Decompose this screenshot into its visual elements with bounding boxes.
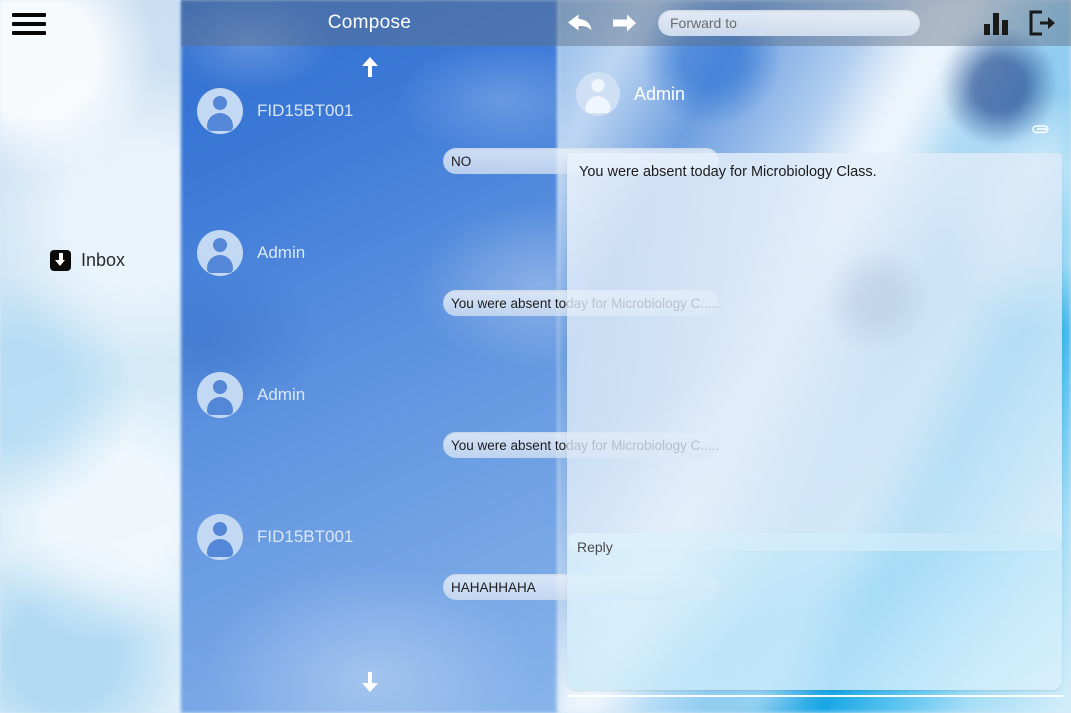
list-item-sender: FID15BT001: [257, 527, 354, 546]
logout-button[interactable]: [1027, 9, 1057, 37]
list-item[interactable]: Admin You were absent today for Microbio…: [181, 230, 719, 372]
sidebar-item-inbox[interactable]: Inbox: [50, 250, 125, 271]
scroll-up-button[interactable]: [181, 46, 558, 88]
message-list-panel: FID15BT001 NO Admin You were absent toda…: [181, 46, 719, 713]
reply-divider: [567, 695, 1063, 697]
list-item[interactable]: FID15BT001 NO: [181, 88, 719, 230]
arrow-down-icon: [359, 670, 381, 694]
list-item-sender: Admin: [257, 385, 306, 404]
hamburger-menu-icon[interactable]: [12, 11, 46, 37]
stats-button[interactable]: [981, 9, 1011, 37]
list-item-header: Admin: [181, 230, 558, 276]
message-list: FID15BT001 NO Admin You were absent toda…: [181, 88, 719, 656]
forward-to-input[interactable]: [658, 10, 920, 36]
person-avatar-icon: [197, 372, 243, 418]
reply-button[interactable]: [558, 1, 602, 45]
scroll-down-button[interactable]: [181, 661, 558, 703]
forward-arrow-icon: [610, 12, 638, 34]
app-window: Compose Forward to Inbox FID15BT001 NO A…: [0, 0, 1071, 713]
reply-arrow-icon: [565, 11, 595, 35]
reading-pane: Admin You were absent today for Microbio…: [558, 46, 1071, 713]
person-avatar-icon: [197, 514, 243, 560]
message-toolbar: [558, 0, 1071, 46]
bar-chart-icon: [981, 9, 1011, 37]
list-item-header: FID15BT001: [181, 88, 558, 134]
forward-button[interactable]: [602, 1, 646, 45]
list-item-header: Admin: [181, 372, 558, 418]
list-item-sender: FID15BT001: [257, 101, 354, 120]
reading-pane-sender: Admin: [634, 83, 686, 104]
person-avatar-icon: [197, 230, 243, 276]
compose-title: Compose: [327, 12, 412, 33]
message-body-panel: You were absent today for Microbiology C…: [567, 153, 1062, 551]
arrow-up-icon: [359, 55, 381, 79]
sidebar: Inbox: [0, 0, 181, 713]
compose-header: Compose: [181, 0, 558, 46]
toolbar-right-actions: [981, 9, 1071, 37]
reading-pane-header: Admin: [558, 46, 1071, 116]
list-item-sender: Admin: [257, 243, 306, 262]
reply-placeholder: Reply: [577, 539, 613, 555]
reply-input[interactable]: Reply: [567, 533, 1062, 690]
list-item-preview-text: NO: [451, 153, 472, 169]
paperclip-icon: [1031, 124, 1051, 138]
inbox-tray-icon: [50, 250, 71, 271]
list-item[interactable]: Admin You were absent today for Microbio…: [181, 372, 719, 514]
attachment-button[interactable]: [1031, 124, 1051, 138]
list-item-header: FID15BT001: [181, 514, 558, 560]
message-body-text: You were absent today for Microbiology C…: [579, 164, 877, 180]
list-item-preview-text: HAHAHHAHA: [451, 579, 536, 595]
sidebar-item-label: Inbox: [81, 250, 126, 270]
person-avatar-icon: [197, 88, 243, 134]
logout-icon: [1027, 9, 1057, 37]
list-item[interactable]: FID15BT001 HAHAHHAHA: [181, 514, 719, 656]
person-avatar-icon: [576, 72, 620, 116]
